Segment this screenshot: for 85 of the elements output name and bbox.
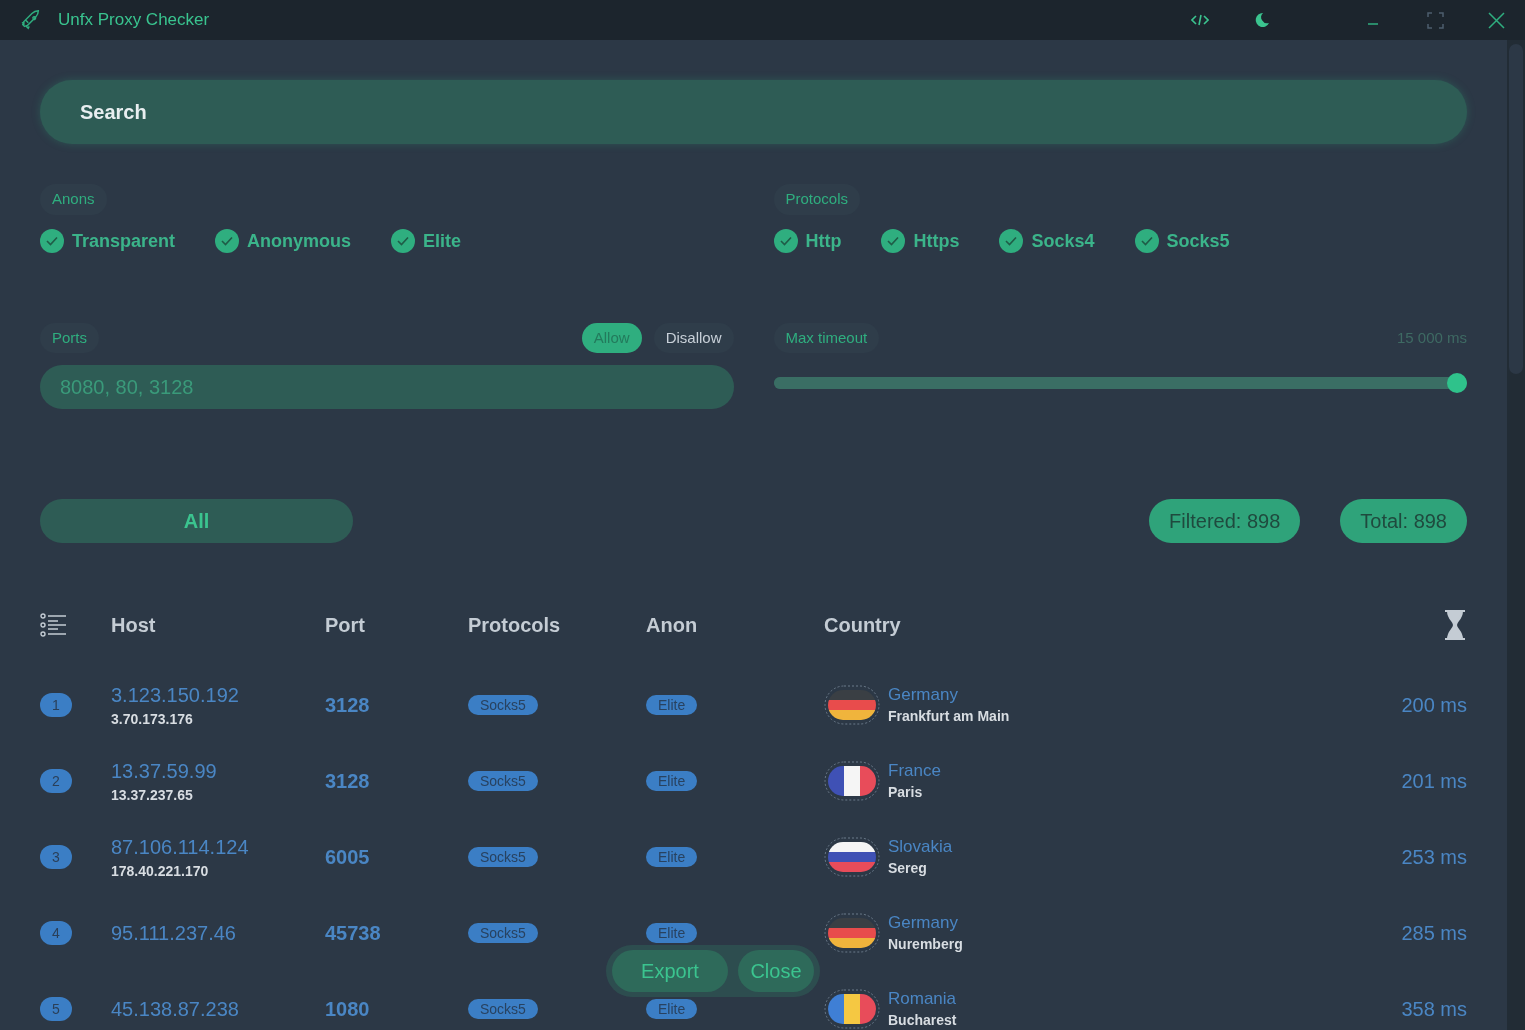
flag-icon <box>824 836 880 878</box>
flag-icon <box>824 760 880 802</box>
city-name: Nuremberg <box>888 934 963 954</box>
checkbox-icon[interactable] <box>215 228 240 253</box>
row-number: 1 <box>40 693 72 717</box>
row-number: 2 <box>40 769 72 793</box>
city-name: Sereg <box>888 858 928 878</box>
list-icon[interactable] <box>40 613 67 637</box>
column-header[interactable]: Anon <box>646 611 824 639</box>
response-time: 253 ms <box>1401 845 1467 870</box>
section-label: Anons <box>40 184 107 215</box>
checkbox-icon[interactable] <box>1134 228 1159 253</box>
option-label: Socks5 <box>1166 229 1230 253</box>
column-header[interactable]: Host <box>111 611 325 639</box>
search-field[interactable]: Search <box>40 80 1467 144</box>
option-label: Transparent <box>72 229 176 253</box>
anon-tag: Elite <box>646 923 698 943</box>
timeout-slider[interactable] <box>773 373 1467 393</box>
real-ip: 13.37.237.65 <box>111 786 194 805</box>
section-label: Ports <box>40 322 99 353</box>
section-label: Max timeout <box>773 322 880 353</box>
close-icon[interactable] <box>1488 11 1505 29</box>
protocol-tag: Socks5 <box>468 695 538 715</box>
real-ip: 178.40.221.170 <box>111 862 210 881</box>
option-label: Socks4 <box>1031 229 1095 253</box>
port-number: 1080 <box>325 997 371 1022</box>
port-number: 6005 <box>325 845 371 870</box>
option-label: Anonymous <box>247 229 352 253</box>
flag-icon <box>824 912 880 954</box>
flag-icon <box>824 684 880 726</box>
host-address: 13.37.59.99 <box>111 759 218 784</box>
port-number: 3128 <box>325 693 371 718</box>
checkbox-icon[interactable] <box>999 228 1024 253</box>
anon-tag: Elite <box>646 695 698 715</box>
host-address: 95.111.237.46 <box>111 921 237 946</box>
country-name: Slovakia <box>888 836 953 858</box>
country-name: Romania <box>888 988 957 1010</box>
protocol-tag: Socks5 <box>468 847 538 867</box>
scrollbar[interactable] <box>1507 40 1525 1030</box>
column-header[interactable]: Port <box>325 611 468 639</box>
checkbox-icon[interactable] <box>881 228 906 253</box>
anon-tag: Elite <box>646 999 698 1019</box>
host-address: 45.138.87.238 <box>111 997 240 1022</box>
response-time: 285 ms <box>1401 921 1467 946</box>
checkbox-icon[interactable] <box>773 228 798 253</box>
count-badge: Total: 898 <box>1340 499 1467 543</box>
response-time: 358 ms <box>1401 997 1467 1022</box>
anon-tag: Elite <box>646 847 698 867</box>
real-ip: 3.70.173.176 <box>111 710 194 729</box>
option-label: Https <box>913 229 960 253</box>
mode-toggle[interactable]: Disallow <box>653 322 734 353</box>
country-name: Germany <box>888 912 959 934</box>
row-number: 5 <box>40 997 72 1021</box>
protocol-tag: Socks5 <box>468 771 538 791</box>
checkbox-icon[interactable] <box>40 228 64 253</box>
port-number: 3128 <box>325 769 371 794</box>
option-label: Http <box>805 229 842 253</box>
column-header[interactable]: Country <box>824 611 1443 639</box>
row-number: 3 <box>40 845 72 869</box>
protocol-tag: Socks5 <box>468 923 538 943</box>
window-title: Unfx Proxy Checker <box>58 9 210 32</box>
city-name: Bucharest <box>888 1010 957 1030</box>
host-address: 87.106.114.124 <box>111 835 250 860</box>
city-name: Frankfurt am Main <box>888 706 1010 726</box>
country-name: France <box>888 760 941 782</box>
protocol-tag: Socks5 <box>468 999 538 1019</box>
flag-icon <box>824 988 880 1030</box>
option-label: Elite <box>423 229 462 253</box>
ports-field[interactable]: 8080, 80, 3128 <box>40 365 734 409</box>
country-name: Germany <box>888 684 959 706</box>
rocket-icon <box>20 9 42 31</box>
code-icon[interactable] <box>1191 13 1209 27</box>
anon-tag: Elite <box>646 771 698 791</box>
city-name: Paris <box>888 782 924 802</box>
row-number: 4 <box>40 921 72 945</box>
count-badge: Filtered: 898 <box>1149 499 1301 543</box>
response-time: 200 ms <box>1401 693 1467 718</box>
hourglass-icon[interactable] <box>1443 609 1467 641</box>
section-label: Protocols <box>773 184 861 215</box>
response-time: 201 ms <box>1401 769 1467 794</box>
port-number: 45738 <box>325 921 382 946</box>
column-header[interactable]: Protocols <box>468 611 646 639</box>
checkbox-icon[interactable] <box>391 228 416 253</box>
moon-icon[interactable] <box>1253 11 1271 29</box>
host-address: 3.123.150.192 <box>111 683 240 708</box>
